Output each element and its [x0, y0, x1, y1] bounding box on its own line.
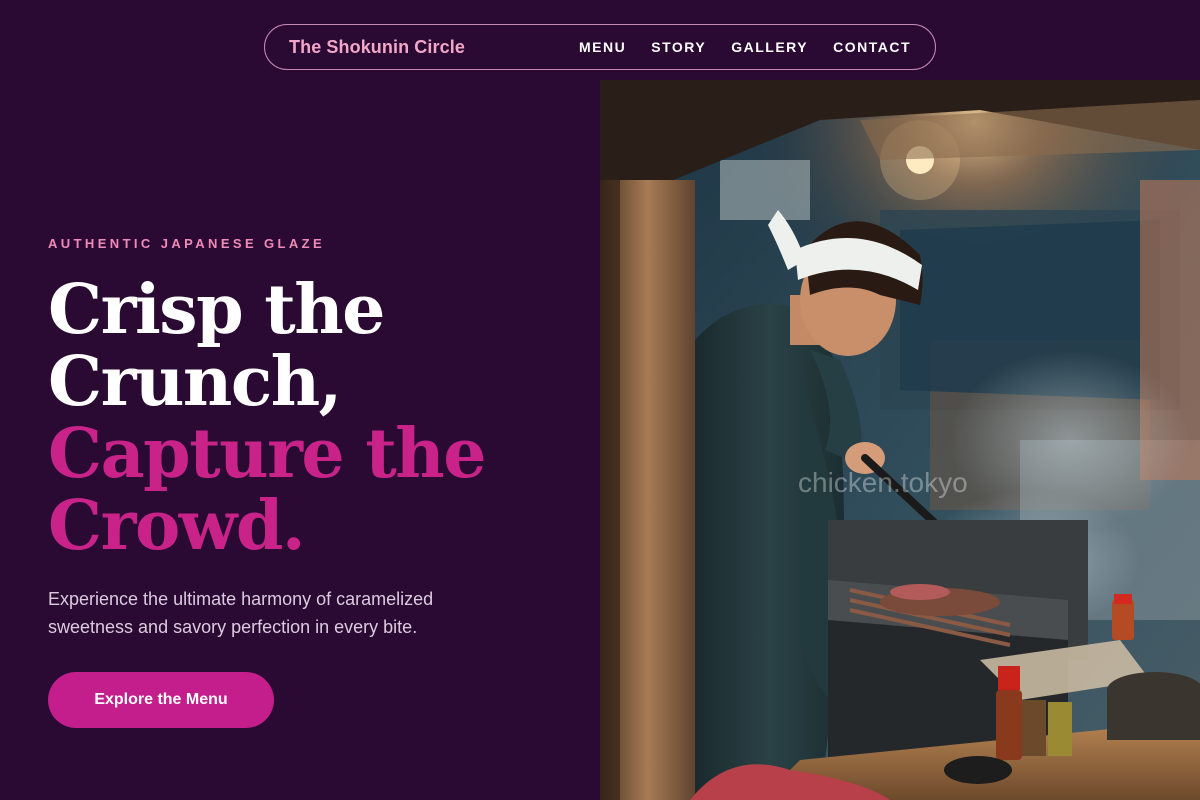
- headline-accent-line-2: Crowd.: [48, 486, 306, 566]
- headline-accent-line-1: Capture the: [48, 414, 486, 494]
- nav-link-story[interactable]: STORY: [651, 39, 706, 55]
- top-navigation: The Shokunin Circle MENU STORY GALLERY C…: [264, 24, 936, 70]
- chef-grilling-illustration: chicken.tokyo: [600, 80, 1200, 800]
- brand-logo-text[interactable]: The Shokunin Circle: [289, 37, 465, 58]
- hero-headline: Crisp the Crunch, Capture the Crowd.: [48, 274, 568, 562]
- hero-eyebrow: AUTHENTIC JAPANESE GLAZE: [48, 236, 326, 251]
- hero-photo-chef-grilling: chicken.tokyo: [600, 80, 1200, 800]
- nav-link-menu[interactable]: MENU: [579, 39, 626, 55]
- nav-link-contact[interactable]: CONTACT: [833, 39, 911, 55]
- nav-links: MENU STORY GALLERY CONTACT: [579, 39, 911, 55]
- hero-subtitle: Experience the ultimate harmony of caram…: [48, 589, 434, 637]
- explore-menu-button[interactable]: Explore the Menu: [48, 672, 274, 728]
- nav-link-gallery[interactable]: GALLERY: [731, 39, 808, 55]
- photo-watermark: chicken.tokyo: [798, 467, 968, 498]
- headline-line-1: Crisp the: [48, 270, 385, 350]
- headline-line-2: Crunch,: [48, 342, 342, 422]
